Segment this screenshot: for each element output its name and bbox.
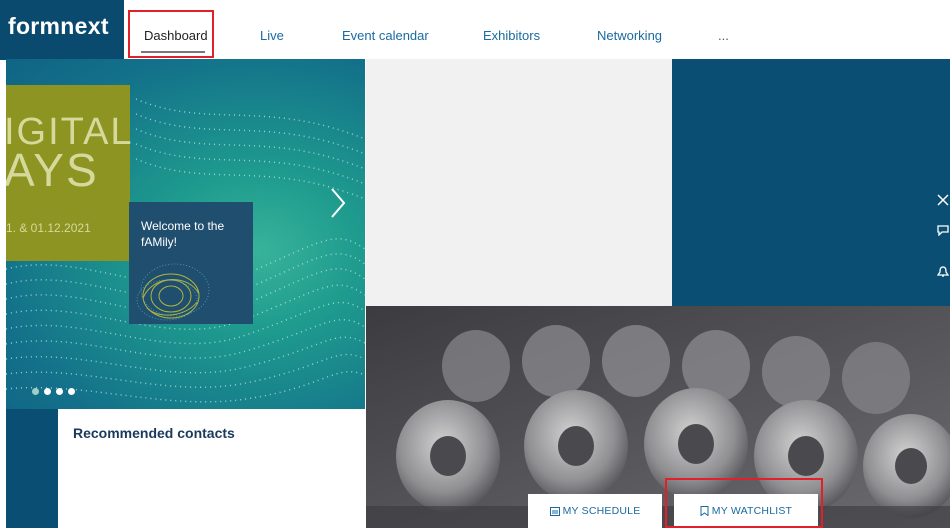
empty-content-tile [366,59,672,306]
carousel-dot-2[interactable] [44,388,51,395]
hero-headline-line2: AYS [6,144,99,196]
chat-icon [937,225,949,236]
close-icon [937,194,949,206]
nav-tab-dashboard[interactable]: Dashboard [144,28,208,43]
nav-tab-live[interactable]: Live [260,28,284,43]
calendar-icon [549,507,560,517]
carousel-pagination [32,382,80,395]
my-watchlist-label: MY WATCHLIST [711,505,793,517]
carousel-dot-3[interactable] [56,388,63,395]
carousel-dot-1[interactable] [32,388,39,395]
my-schedule-button[interactable]: MY SCHEDULE [528,494,662,528]
formnext-logo[interactable]: formnext [0,0,124,60]
side-tab-notifications[interactable] [931,254,950,292]
mesh-sphere-graphic [136,263,210,321]
my-schedule-label: MY SCHEDULE [562,505,641,517]
hero-carousel[interactable]: IGITAL AYS 1. & 01.12.2021 Welcome to th… [6,59,365,409]
my-watchlist-button[interactable]: MY WATCHLIST [674,494,818,528]
hero-event-date: 1. & 01.12.2021 [6,221,91,235]
bell-icon [937,266,949,277]
contacts-accent-stripe [6,409,58,528]
blue-content-tile [672,59,950,306]
active-tab-underline [141,51,205,53]
logo-text: formnext [8,13,109,39]
nav-tab-exhibitors[interactable]: Exhibitors [483,28,540,43]
bookmark-icon [700,506,709,517]
nav-tab-event-calendar[interactable]: Event calendar [342,28,429,43]
top-navigation-bar: formnext Dashboard Live Event calendar E… [0,0,950,60]
nav-more-menu[interactable]: ... [718,28,729,43]
welcome-card: Welcome to the fAMily! [129,202,253,324]
recommended-contacts-title: Recommended contacts [73,425,235,441]
recommended-contacts-card: Recommended contacts [6,409,365,528]
welcome-text: Welcome to the fAMily! [141,219,225,249]
side-tab-chat[interactable] [931,212,950,250]
nav-tab-networking[interactable]: Networking [597,28,662,43]
carousel-dot-4[interactable] [68,388,75,395]
carousel-next-icon[interactable] [322,183,352,223]
